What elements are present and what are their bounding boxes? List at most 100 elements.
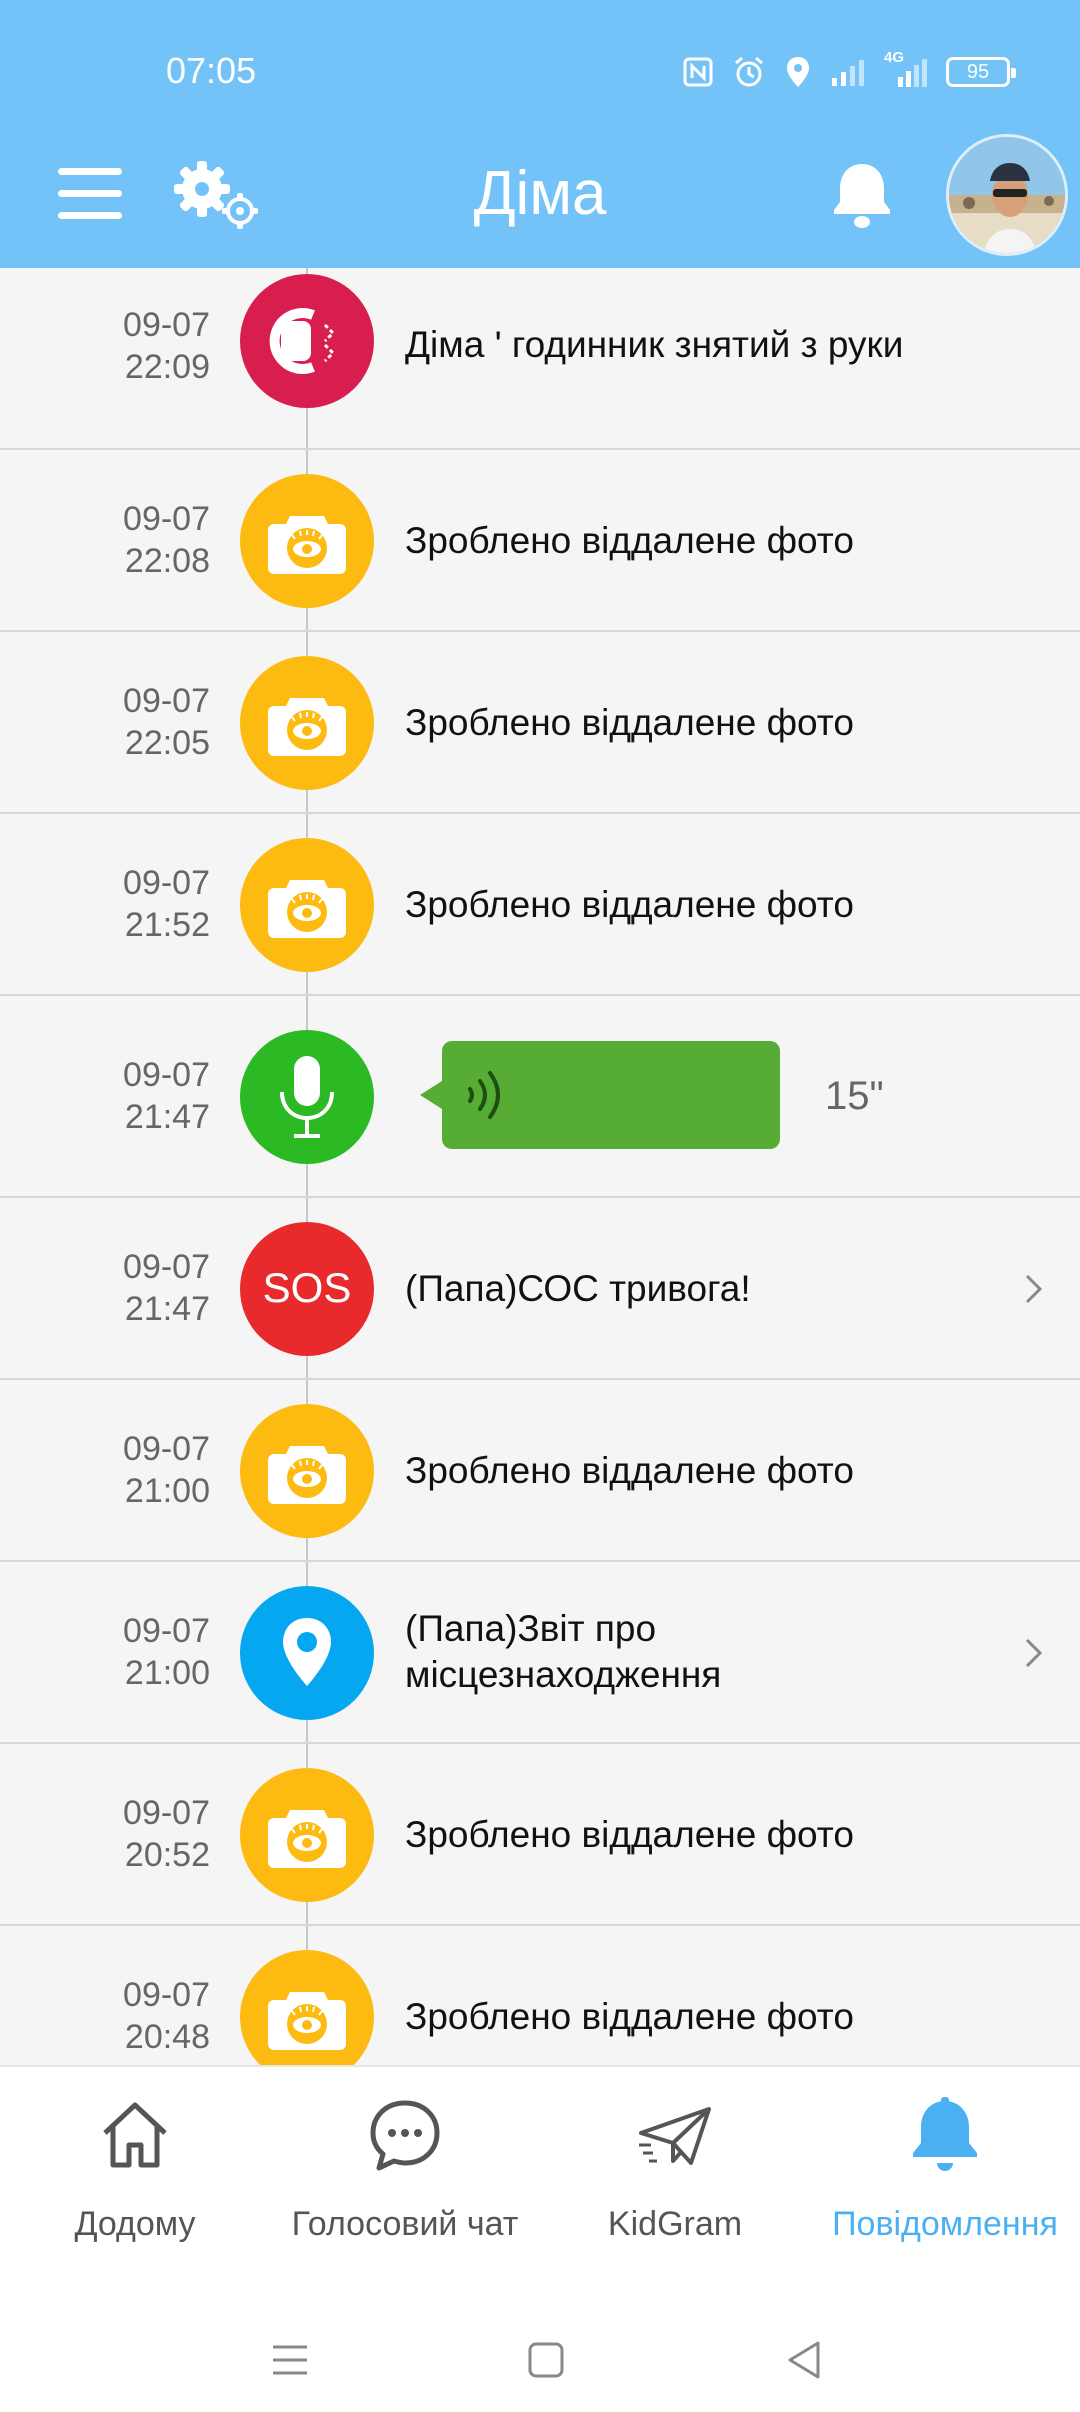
notification-date: 09-07 [123,1794,210,1832]
photo-bubble [240,1950,374,2065]
photo-bubble [240,656,374,790]
app-header: 07:05 4G 95 Діма [0,0,1080,268]
network-type: 4G [884,49,905,66]
gears-icon [174,161,258,229]
notification-date: 09-07 [123,1976,210,2014]
notification-row[interactable]: 09-07 21:52 Зроблено віддалене фото [0,814,1080,996]
home-square-icon[interactable] [521,2335,571,2385]
camera-eye-icon [268,1810,346,1868]
status-icons: 4G 95 [682,49,1016,94]
notification-time: 20:48 [124,2018,210,2056]
voice-play-button[interactable] [420,1041,780,1149]
sos-row[interactable]: 09-07 21:47 SOS (Папа)СОС тривога! [0,1198,1080,1380]
back-triangle-icon[interactable] [780,2335,830,2385]
microphone-icon [280,1056,334,1138]
notification-text: Зроблено віддалене фото [405,1996,854,2037]
nav-voice-chat[interactable]: Голосовий чат [270,2067,540,2297]
notification-time: 22:08 [124,542,210,580]
paper-plane-icon [639,2107,711,2165]
notification-time: 21:00 [124,1654,210,1692]
notifications-button[interactable] [830,160,894,230]
notification-time: 21:47 [124,1098,210,1136]
notification-list[interactable]: 09-07 22:09 Діма ' годинник знятий з рук… [0,268,1080,2065]
notification-date: 09-07 [123,306,210,344]
notification-text: (Папа)Звіт про місцезнаходження [405,1608,722,1695]
location-row[interactable]: 09-07 21:00 (Папа)Звіт про місцезнаходже… [0,1562,1080,1744]
signal-icon [830,56,866,88]
status-time: 07:05 [166,50,257,91]
notification-datetime: 09-07 21:47 [60,1054,210,1138]
notification-text: (Папа)СОС тривога! [405,1268,751,1309]
notification-time: 20:52 [124,1836,210,1874]
notification-datetime: 09-07 21:00 [60,1428,210,1512]
nav-voice-chat-label: Голосовий чат [291,2205,519,2243]
nav-notifications[interactable]: Повідомлення [810,2067,1080,2297]
profile-photo-icon [949,137,1065,253]
battery-icon: 95 [946,57,1016,87]
page-title: Діма [473,159,607,228]
notification-date: 09-07 [123,864,210,902]
notification-date: 09-07 [123,682,210,720]
bell-icon [913,2097,977,2171]
watch-off-icon [269,308,336,374]
signal-4g-icon: 4G [884,49,928,89]
sound-wave-icon [468,1071,500,1119]
notification-row[interactable]: 09-07 20:52 Зроблено віддалене фото [0,1744,1080,1926]
photo-bubble [240,474,374,608]
location-pin-icon [283,1618,331,1686]
notification-time: 22:05 [124,724,210,762]
svg-text:SOS: SOS [263,1264,352,1311]
notification-date: 09-07 [123,500,210,538]
recent-apps-icon[interactable] [265,2335,315,2385]
notification-time: 21:52 [124,906,210,944]
nav-notifications-label: Повідомлення [832,2205,1058,2243]
camera-eye-icon [268,880,346,938]
voice-message-row[interactable]: 09-07 21:47 15" [0,996,1080,1198]
notification-datetime: 09-07 21:47 [60,1246,210,1330]
avatar[interactable] [946,134,1068,256]
bell-icon [834,164,890,228]
notification-text: Зроблено віддалене фото [405,1450,854,1491]
voice-duration: 15" [825,1074,884,1118]
watch-off-bubble [240,274,374,408]
notification-datetime: 09-07 22:09 [60,304,210,388]
notification-row[interactable]: 09-07 20:48 Зроблено віддалене фото [0,1926,1080,2065]
camera-eye-icon [268,1446,346,1504]
notification-date: 09-07 [123,1248,210,1286]
notification-text: Зроблено віддалене фото [405,1814,854,1855]
nav-kidgram[interactable]: KidGram [540,2067,810,2297]
location-bubble [240,1586,374,1720]
notification-text: Зроблено віддалене фото [405,702,854,743]
nav-home[interactable]: Додому [0,2067,270,2297]
battery-level: 95 [966,60,990,83]
chat-bubble-icon [370,2100,440,2171]
menu-button[interactable] [58,168,124,220]
notification-text: Зроблено віддалене фото [405,520,854,561]
notification-datetime: 09-07 21:52 [60,862,210,946]
notification-datetime: 09-07 20:52 [60,1792,210,1876]
notification-time: 21:00 [124,1472,210,1510]
photo-bubble [240,1768,374,1902]
chevron-right-icon [1025,1638,1043,1668]
notification-text: Діма ' годинник знятий з руки [405,324,904,365]
nav-home-label: Додому [74,2205,196,2243]
notification-row[interactable]: 09-07 22:09 Діма ' годинник знятий з рук… [0,268,1080,450]
home-icon [103,2102,167,2168]
settings-button[interactable] [170,155,266,235]
voice-bubble [240,1030,374,1164]
notification-datetime: 09-07 20:48 [60,1974,210,2058]
notification-row[interactable]: 09-07 22:08 Зроблено віддалене фото [0,450,1080,632]
bottom-nav: Додому Голосовий чат KidGram Повідомленн… [0,2065,1080,2295]
notification-row[interactable]: 09-07 21:00 Зроблено віддалене фото [0,1380,1080,1562]
nfc-icon [682,56,714,88]
notification-datetime: 09-07 22:08 [60,498,210,582]
notification-row[interactable]: 09-07 22:05 Зроблено віддалене фото [0,632,1080,814]
notification-date: 09-07 [123,1430,210,1468]
photo-bubble [240,838,374,972]
notification-datetime: 09-07 21:00 [60,1610,210,1694]
notification-date: 09-07 [123,1056,210,1094]
camera-eye-icon [268,698,346,756]
camera-eye-icon [268,516,346,574]
location-status-icon [784,55,812,89]
nav-kidgram-label: KidGram [607,2205,743,2243]
